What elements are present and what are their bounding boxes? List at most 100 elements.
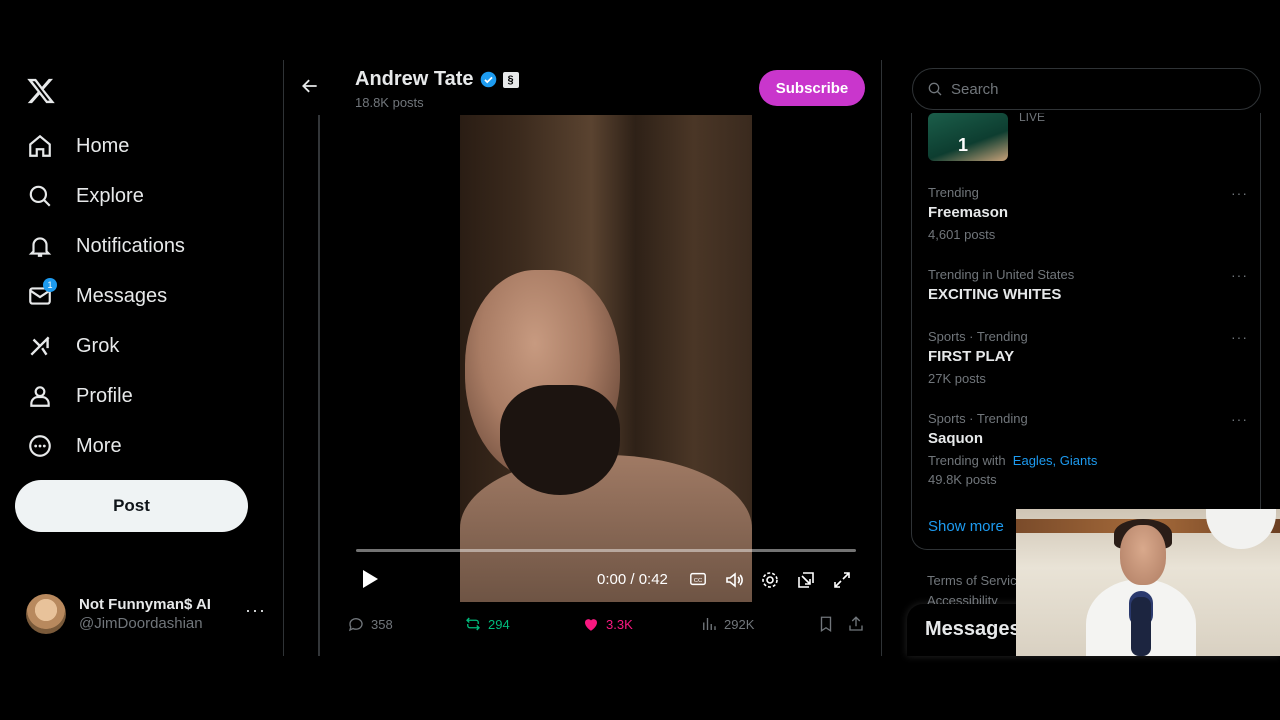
nav-more[interactable]: More xyxy=(26,428,122,464)
repost-button[interactable]: 294 xyxy=(464,615,510,633)
show-more-link[interactable]: Show more xyxy=(928,518,1004,535)
right-divider xyxy=(881,60,882,656)
repost-count: 294 xyxy=(488,616,510,632)
trend-count: 49.8K posts xyxy=(928,472,997,487)
picture-in-picture-icon[interactable] xyxy=(796,570,816,590)
nav-grok-label: Grok xyxy=(76,334,120,357)
trend-count: 27K posts xyxy=(928,371,986,386)
trend-title: FIRST PLAY xyxy=(928,348,1015,365)
post-button[interactable]: Post xyxy=(15,480,248,532)
video-progress-bar[interactable] xyxy=(356,549,856,552)
account-more-icon[interactable]: ··· xyxy=(245,600,266,621)
profile-post-count: 18.8K posts xyxy=(355,95,424,110)
bookmark-button[interactable] xyxy=(817,615,835,633)
trend-title: Freemason xyxy=(928,204,1009,221)
trend-more-icon[interactable]: ··· xyxy=(1231,267,1248,283)
profile-header: Andrew Tate § 18.8K posts Subscribe xyxy=(284,60,881,115)
profile-name: Andrew Tate xyxy=(355,68,474,90)
webcam-overlay xyxy=(1016,509,1280,656)
messages-badge: 1 xyxy=(43,278,57,292)
back-arrow-icon[interactable] xyxy=(300,76,320,96)
nav-grok[interactable]: Grok xyxy=(26,328,119,364)
live-event-thumbnail[interactable]: 1 xyxy=(928,113,1008,161)
bell-icon xyxy=(26,232,54,260)
trend-meta: Trending in United States xyxy=(928,267,1075,282)
bookmark-icon xyxy=(820,616,832,633)
like-button[interactable]: 3.3K xyxy=(582,615,633,633)
nav-profile-label: Profile xyxy=(76,384,133,407)
post-actions: 358 294 3.3K 292K xyxy=(347,615,867,635)
account-handle: @JimDoordashian xyxy=(79,615,203,632)
share-icon xyxy=(849,616,863,631)
views-icon xyxy=(703,618,716,630)
nav-notifications[interactable]: Notifications xyxy=(26,228,185,264)
subscribe-button[interactable]: Subscribe xyxy=(759,70,865,106)
nav-notifications-label: Notifications xyxy=(76,234,185,257)
terms-link[interactable]: Terms of Servic xyxy=(927,571,1017,591)
trend-item[interactable]: Sports · Trending FIRST PLAY 27K posts ·… xyxy=(928,329,1248,386)
trend-count: 4,601 posts xyxy=(928,227,996,242)
search-placeholder: Search xyxy=(951,80,999,98)
thread-line xyxy=(318,115,320,656)
trend-more-icon[interactable]: ··· xyxy=(1231,329,1248,345)
view-count: 292K xyxy=(724,616,755,632)
trend-more-icon[interactable]: ··· xyxy=(1231,185,1248,201)
trend-item[interactable]: Sports · Trending Saquon Trending with E… xyxy=(928,411,1248,487)
share-button[interactable] xyxy=(847,615,865,633)
live-label: LIVE xyxy=(1019,113,1046,124)
settings-gear-icon[interactable] xyxy=(760,570,780,590)
trend-with-links[interactable]: Eagles, Giants xyxy=(1013,453,1098,468)
trend-more-icon[interactable]: ··· xyxy=(1231,411,1248,427)
volume-icon[interactable] xyxy=(724,570,744,590)
trend-meta: Sports · Trending xyxy=(928,411,1028,426)
trend-item[interactable]: Trending in United States EXCITING WHITE… xyxy=(928,267,1248,303)
nav-messages[interactable]: 1 Messages xyxy=(26,278,167,314)
verified-badge-icon xyxy=(480,71,497,88)
account-name: Not Funnyman$ AI xyxy=(79,596,211,613)
repost-icon xyxy=(466,617,480,631)
home-icon xyxy=(26,132,54,160)
person-icon xyxy=(26,382,54,410)
fullscreen-icon[interactable] xyxy=(832,570,852,590)
x-logo-icon[interactable] xyxy=(26,76,56,106)
trends-panel: 1 LIVE Trending Freemason 4,601 posts ··… xyxy=(911,113,1261,550)
nav-profile[interactable]: Profile xyxy=(26,378,133,414)
views-button[interactable]: 292K xyxy=(700,615,754,633)
nav-explore-label: Explore xyxy=(76,184,144,207)
grok-icon xyxy=(26,332,54,360)
mail-icon: 1 xyxy=(26,278,57,310)
trend-item[interactable]: Trending Freemason 4,601 posts ··· xyxy=(928,185,1248,242)
video-controls: 0:00 / 0:42 CC xyxy=(347,560,864,600)
video-player[interactable]: 0:00 / 0:42 CC xyxy=(347,115,864,602)
trend-title: EXCITING WHITES xyxy=(928,286,1062,303)
left-navigation: Home Explore Notifications 1 Messages Gr… xyxy=(0,60,283,656)
search-icon xyxy=(26,182,54,210)
video-time: 0:00 / 0:42 xyxy=(597,571,668,588)
reply-button[interactable]: 358 xyxy=(347,615,393,633)
nav-home[interactable]: Home xyxy=(26,128,129,164)
nav-messages-label: Messages xyxy=(76,284,168,307)
svg-text:CC: CC xyxy=(694,578,702,584)
nav-more-label: More xyxy=(76,434,122,457)
trend-meta: Sports · Trending xyxy=(928,329,1028,344)
heart-icon xyxy=(585,619,597,631)
main-column: Andrew Tate § 18.8K posts Subscribe 0:00… xyxy=(284,60,881,656)
affiliate-badge-icon: § xyxy=(502,71,519,88)
trend-meta: Trending xyxy=(928,185,979,200)
like-count: 3.3K xyxy=(606,616,633,632)
video-frame xyxy=(460,115,752,602)
avatar xyxy=(26,594,66,634)
play-icon[interactable] xyxy=(361,569,379,589)
messages-drawer-title: Messages xyxy=(925,618,1021,640)
reply-count: 358 xyxy=(371,616,393,632)
search-input[interactable]: Search xyxy=(912,68,1261,110)
search-icon xyxy=(928,82,942,96)
trend-title: Saquon xyxy=(928,430,983,447)
nav-explore[interactable]: Explore xyxy=(26,178,144,214)
trend-with-label: Trending with xyxy=(928,453,1006,468)
nav-home-label: Home xyxy=(76,134,130,157)
account-switcher[interactable]: Not Funnyman$ AI @JimDoordashian ··· xyxy=(26,592,266,636)
more-circle-icon xyxy=(26,432,54,460)
reply-icon xyxy=(348,618,363,632)
captions-icon[interactable]: CC xyxy=(689,570,709,590)
